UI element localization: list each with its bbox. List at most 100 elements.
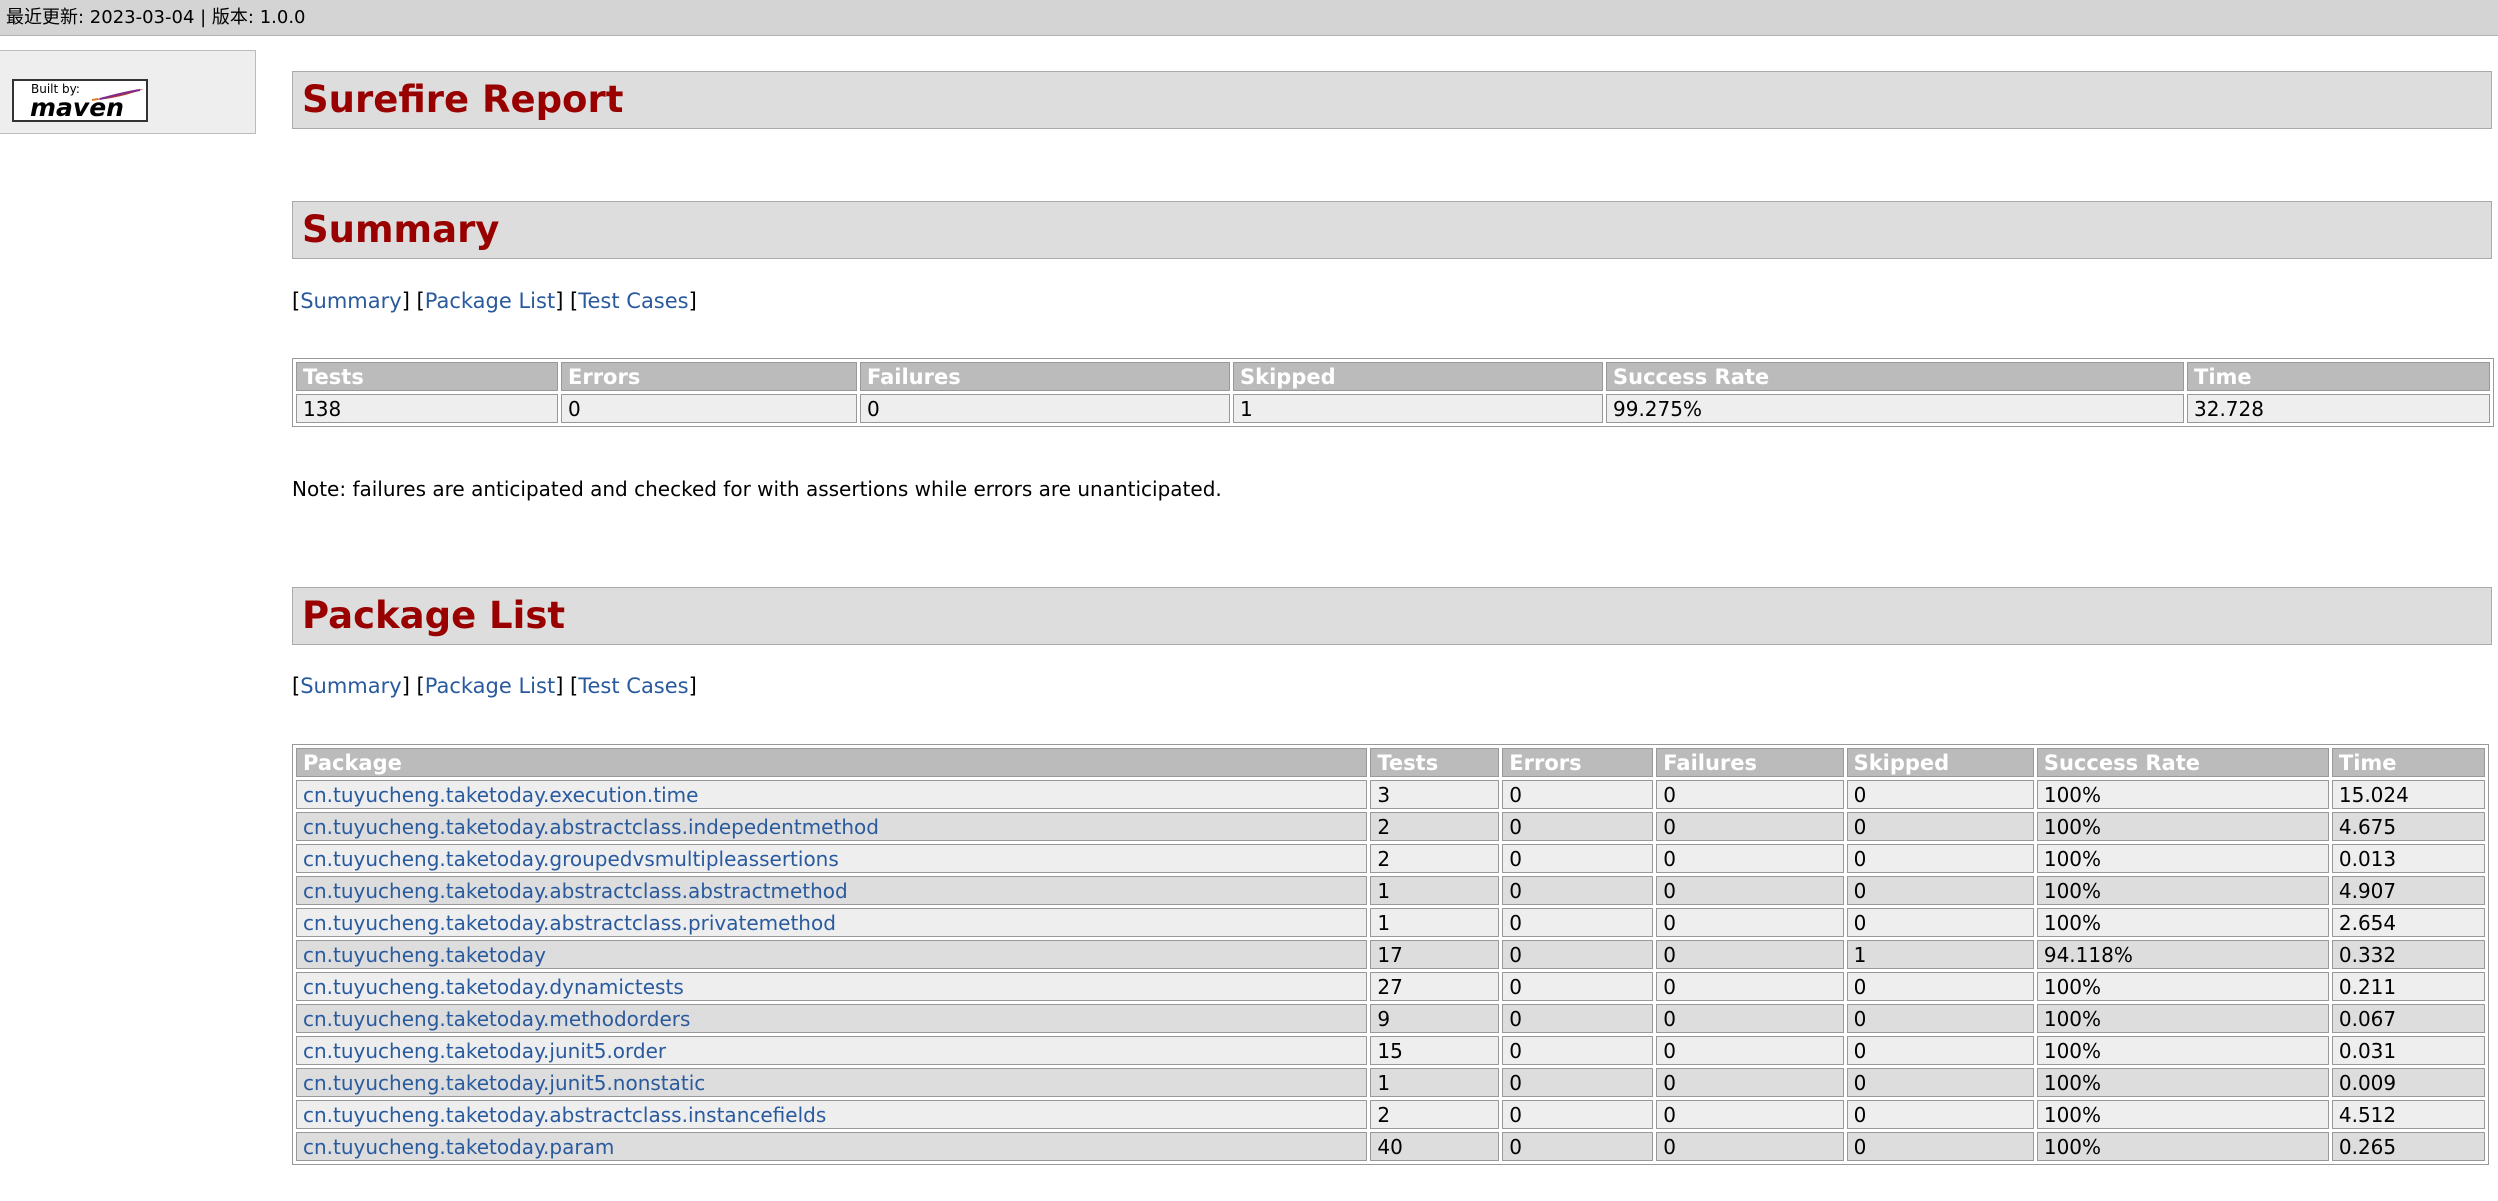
tests-cell: 3 [1370,780,1500,809]
skipped-cell: 0 [1846,844,2034,873]
errors-cell: 0 [1502,780,1654,809]
time-cell: 2.654 [2331,908,2485,937]
table-row: cn.tuyucheng.taketoday.groupedvsmultiple… [296,844,2485,873]
package-link[interactable]: cn.tuyucheng.taketoday.abstractclass.ind… [303,815,879,839]
tests-cell: 2 [1370,812,1500,841]
summary-errors-value: 0 [561,394,857,423]
tests-cell: 2 [1370,1100,1500,1129]
tests-cell: 9 [1370,1004,1500,1033]
package-link[interactable]: cn.tuyucheng.taketoday.groupedvsmultiple… [303,847,839,871]
summary-col-failures: Failures [860,362,1230,391]
package-name-cell: cn.tuyucheng.taketoday.dynamictests [296,972,1368,1001]
package-link[interactable]: cn.tuyucheng.taketoday.junit5.order [303,1039,666,1063]
errors-cell: 0 [1502,1004,1654,1033]
skipped-cell: 0 [1846,1132,2034,1161]
nav-package-list-link[interactable]: Package List [425,289,555,313]
summary-col-success-rate: Success Rate [1606,362,2184,391]
skipped-cell: 1 [1846,940,2034,969]
failures-cell: 0 [1656,844,1844,873]
time-cell: 0.009 [2331,1068,2485,1097]
tests-cell: 27 [1370,972,1500,1001]
table-row: cn.tuyucheng.taketoday 17 0 0 1 94.118% 0.332 [296,940,2485,969]
tests-cell: 1 [1370,876,1500,905]
nav-package-list-link[interactable]: Package List [425,674,555,698]
table-row: cn.tuyucheng.taketoday.execution.time 3 0 0… [296,780,2485,809]
package-name-cell: cn.tuyucheng.taketoday.abstractclass.abs… [296,876,1368,905]
table-row: cn.tuyucheng.taketoday.param 40 0 0 0 100% 0.2… [296,1132,2485,1161]
time-cell: 0.067 [2331,1004,2485,1033]
summary-data-row: 138 0 0 1 99.275% 32.728 [296,394,2490,423]
nav-summary-link[interactable]: Summary [300,289,401,313]
package-nav-links: [Summary] [Package List] [Test Cases] [292,674,697,698]
package-link[interactable]: cn.tuyucheng.taketoday.dynamictests [303,975,684,999]
failures-cell: 0 [1656,1100,1844,1129]
built-by-maven-logo[interactable]: Built by: maven [12,79,148,122]
package-name-cell: cn.tuyucheng.taketoday.junit5.nonstatic [296,1068,1368,1097]
skipped-cell: 0 [1846,1036,2034,1065]
package-col-skipped: Skipped [1846,748,2034,777]
table-row: cn.tuyucheng.taketoday.junit5.nonstatic 1… [296,1068,2485,1097]
package-name-cell: cn.tuyucheng.taketoday.param [296,1132,1368,1161]
errors-cell: 0 [1502,1068,1654,1097]
failures-cell: 0 [1656,876,1844,905]
table-row: cn.tuyucheng.taketoday.methodorders 9 0 0 0 1… [296,1004,2485,1033]
failures-cell: 0 [1656,1132,1844,1161]
tests-cell: 40 [1370,1132,1500,1161]
package-table: Package Tests Errors Failures Skipped Su… [292,744,2489,1165]
package-link[interactable]: cn.tuyucheng.taketoday.abstractclass.ins… [303,1103,826,1127]
table-row: cn.tuyucheng.taketoday.junit5.order 15 0 0 0… [296,1036,2485,1065]
tests-cell: 17 [1370,940,1500,969]
summary-table: Tests Errors Failures Skipped Success Ra… [292,358,2494,427]
time-cell: 4.675 [2331,812,2485,841]
skipped-cell: 0 [1846,876,2034,905]
errors-cell: 0 [1502,876,1654,905]
summary-nav-links: [Summary] [Package List] [Test Cases] [292,289,697,313]
tests-cell: 1 [1370,1068,1500,1097]
time-cell: 4.907 [2331,876,2485,905]
nav-summary-link[interactable]: Summary [300,674,401,698]
page-title: Surefire Report [302,78,624,121]
errors-cell: 0 [1502,908,1654,937]
package-link[interactable]: cn.tuyucheng.taketoday.junit5.nonstatic [303,1071,705,1095]
table-row: cn.tuyucheng.taketoday.abstractclass.pri… [296,908,2485,937]
package-link[interactable]: cn.tuyucheng.taketoday.param [303,1135,614,1159]
table-row: cn.tuyucheng.taketoday.dynamictests 27 0 0 0… [296,972,2485,1001]
summary-col-time: Time [2187,362,2490,391]
table-row: cn.tuyucheng.taketoday.abstractclass.ind… [296,812,2485,841]
page-title-band: Surefire Report [292,71,2492,129]
success-rate-cell: 100% [2036,1004,2329,1033]
package-name-cell: cn.tuyucheng.taketoday.abstractclass.ind… [296,812,1368,841]
package-list-heading: Package List [302,594,566,637]
failures-cell: 0 [1656,972,1844,1001]
package-link[interactable]: cn.tuyucheng.taketoday.abstractclass.pri… [303,911,836,935]
skipped-cell: 0 [1846,1068,2034,1097]
package-col-time: Time [2331,748,2485,777]
package-col-success-rate: Success Rate [2036,748,2329,777]
time-cell: 0.031 [2331,1036,2485,1065]
version-text: 版本: 1.0.0 [211,7,306,28]
failures-cell: 0 [1656,908,1844,937]
nav-test-cases-link[interactable]: Test Cases [578,674,688,698]
summary-success-rate-value: 99.275% [1606,394,2184,423]
package-link[interactable]: cn.tuyucheng.taketoday.abstractclass.abs… [303,879,848,903]
table-row: cn.tuyucheng.taketoday.abstractclass.abs… [296,876,2485,905]
package-name-cell: cn.tuyucheng.taketoday.methodorders [296,1004,1368,1033]
package-link[interactable]: cn.tuyucheng.taketoday.execution.time [303,783,698,807]
package-link[interactable]: cn.tuyucheng.taketoday.methodorders [303,1007,690,1031]
package-col-errors: Errors [1502,748,1654,777]
summary-col-errors: Errors [561,362,857,391]
errors-cell: 0 [1502,1036,1654,1065]
skipped-cell: 0 [1846,1100,2034,1129]
tests-cell: 1 [1370,908,1500,937]
skipped-cell: 0 [1846,908,2034,937]
success-rate-cell: 94.118% [2036,940,2329,969]
nav-test-cases-link[interactable]: Test Cases [578,289,688,313]
errors-cell: 0 [1502,812,1654,841]
summary-tests-value: 138 [296,394,558,423]
errors-cell: 0 [1502,972,1654,1001]
failures-cell: 0 [1656,1068,1844,1097]
left-sidebar: Built by: maven [0,50,256,134]
summary-skipped-value: 1 [1233,394,1603,423]
package-link[interactable]: cn.tuyucheng.taketoday [303,943,546,967]
summary-failures-value: 0 [860,394,1230,423]
